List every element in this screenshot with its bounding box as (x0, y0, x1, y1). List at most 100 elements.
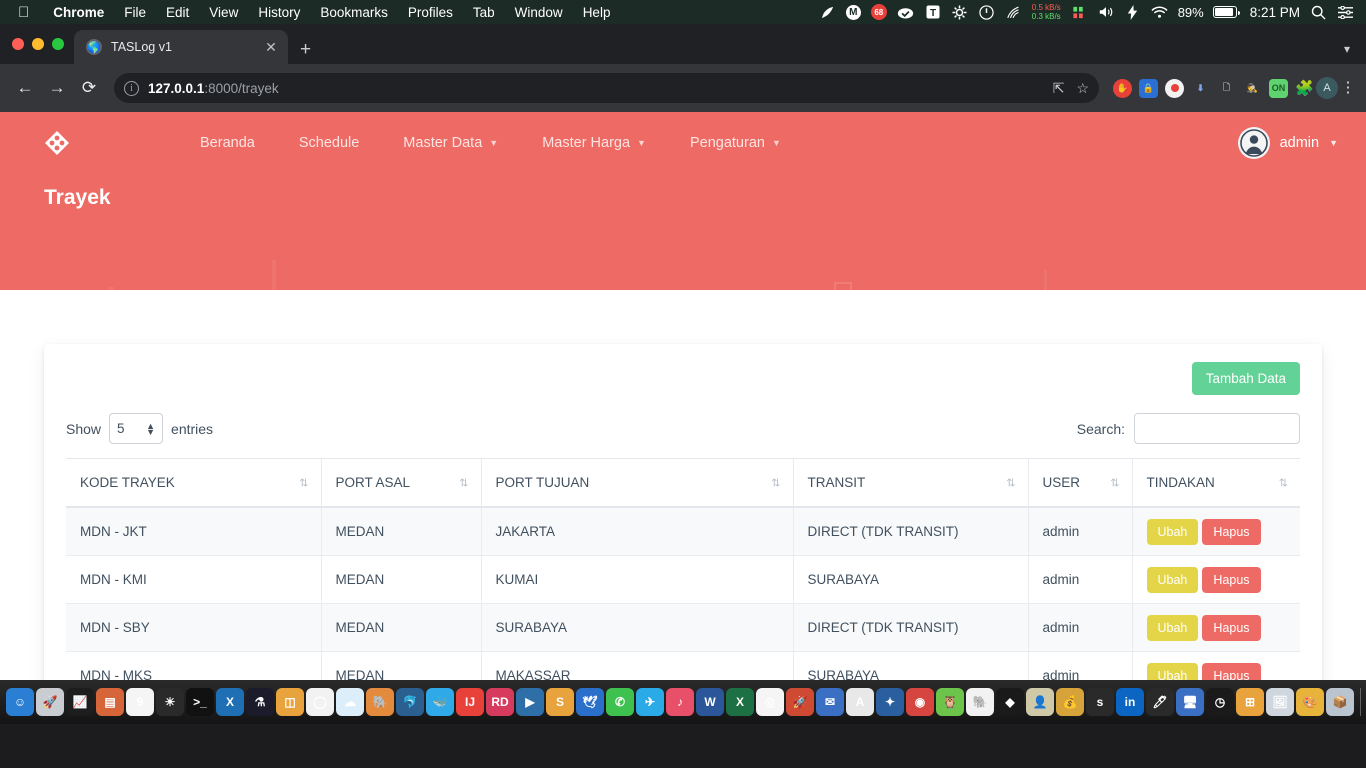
rider-icon[interactable]: RD (486, 688, 514, 716)
gear-icon[interactable] (951, 3, 969, 21)
rocket-app-icon[interactable]: 🚀 (786, 688, 814, 716)
remote-desktop-icon[interactable]: 🖥 (1176, 688, 1204, 716)
column-header-port-asal[interactable]: PORT ASAL ⇅ (321, 458, 482, 508)
t-app-icon[interactable]: T (924, 3, 942, 21)
back-arrow-icon[interactable]: ← (10, 73, 40, 103)
menu-bar-clock[interactable]: 8:21 PM (1246, 5, 1300, 20)
add-data-button[interactable]: Tambah Data (1191, 362, 1300, 395)
diamond-logo-icon[interactable] (40, 126, 74, 160)
telegram-icon[interactable]: ✈ (636, 688, 664, 716)
cloud-check-icon[interactable] (897, 3, 915, 21)
column-header-user[interactable]: USER ⇅ (1028, 458, 1133, 508)
mongodb-icon[interactable]: ◯ (306, 688, 334, 716)
kebab-menu-icon[interactable]: ⋮ (1340, 80, 1356, 94)
itunes-icon[interactable]: ♪ (666, 688, 694, 716)
share-icon[interactable]: ⇱ (1053, 80, 1065, 97)
sublime-icon[interactable]: S (546, 688, 574, 716)
info-circle-icon[interactable]: i (124, 80, 139, 96)
whatsapp-icon[interactable]: ✆ (606, 688, 634, 716)
page-size-select[interactable]: 5 ▲ ▼ (109, 413, 164, 444)
volume-icon[interactable] (1097, 3, 1115, 21)
launchpad-icon[interactable]: 🚀 (36, 688, 64, 716)
copy-icon[interactable]: 🗋 (1217, 79, 1236, 98)
vscode-icon[interactable]: X (216, 688, 244, 716)
feather-icon[interactable] (819, 3, 837, 21)
contacts-icon[interactable]: 👤 (1026, 688, 1054, 716)
feather-app-icon[interactable]: 🖊 (1146, 688, 1174, 716)
plus-icon[interactable]: + (300, 40, 311, 59)
finder-icon[interactable]: ☺ (6, 688, 34, 716)
menu-chrome[interactable]: Chrome (43, 5, 114, 20)
minimize-window-button[interactable] (32, 38, 44, 50)
menu-history[interactable]: History (248, 5, 310, 20)
menu-profiles[interactable]: Profiles (398, 5, 463, 20)
files-icon[interactable]: 📦 (1326, 688, 1354, 716)
maximize-window-button[interactable] (52, 38, 64, 50)
notes-icon[interactable]: ▤ (96, 688, 124, 716)
apple-logo-icon[interactable]:  (8, 5, 43, 20)
puzzle-icon[interactable]: 🧩 (1295, 79, 1314, 98)
logo-diamond-icon[interactable]: ◆ (996, 688, 1024, 716)
linkedin-icon[interactable]: in (1116, 688, 1144, 716)
edit-button[interactable]: Ubah (1146, 518, 1199, 545)
profile-avatar[interactable]: A (1316, 77, 1338, 99)
nav-item-schedule[interactable]: Schedule (277, 135, 381, 151)
clock-icon[interactable]: ◷ (1206, 688, 1234, 716)
postman-icon[interactable]: ◫ (276, 688, 304, 716)
forward-arrow-icon[interactable]: → (42, 73, 72, 103)
table-row[interactable]: MDN - JKT MEDAN JAKARTA DIRECT (TDK TRAN… (66, 507, 1300, 556)
azure-data-icon[interactable]: ☁ (336, 688, 364, 716)
delete-button[interactable]: Hapus (1202, 518, 1261, 545)
intellij-icon[interactable]: IJ (456, 688, 484, 716)
smart-icon[interactable]: s (1086, 688, 1114, 716)
search-icon[interactable] (1309, 3, 1327, 21)
delete-button[interactable]: Hapus (1202, 566, 1261, 593)
nav-item-master-harga[interactable]: Master Harga ▼ (520, 135, 668, 151)
column-header-kode-trayek[interactable]: KODE TRAYEK ⇅ (66, 458, 322, 508)
wifi-icon[interactable] (1151, 3, 1169, 21)
table-row[interactable]: MDN - KMI MEDAN KUMAI SURABAYA admin Uba… (66, 555, 1300, 604)
tool-icon[interactable]: ✦ (876, 688, 904, 716)
column-header-transit[interactable]: TRANSIT ⇅ (793, 458, 1029, 508)
control-center-icon[interactable] (1336, 3, 1354, 21)
postgresql-icon[interactable]: 🐘 (366, 688, 394, 716)
network-bars-icon[interactable] (1070, 3, 1088, 21)
menu-window[interactable]: Window (505, 5, 573, 20)
edit-button[interactable]: Ubah (1146, 566, 1199, 593)
chrome-icon[interactable]: ◎ (756, 688, 784, 716)
delete-button[interactable]: Hapus (1202, 614, 1261, 641)
screen-recorder-icon[interactable] (1165, 78, 1184, 98)
thunderbird-icon[interactable]: 🕊 (576, 688, 604, 716)
activity-monitor-icon[interactable]: 📈 (66, 688, 94, 716)
mysql-workbench-icon[interactable]: 🐬 (396, 688, 424, 716)
photos-icon[interactable]: 🖼 (1266, 688, 1294, 716)
close-window-button[interactable] (12, 38, 24, 50)
calendar-icon[interactable]: 9 (126, 688, 154, 716)
signal-waves-icon[interactable] (1005, 3, 1023, 21)
jupyter-icon[interactable]: ⚗ (246, 688, 274, 716)
excel-icon[interactable]: X (726, 688, 754, 716)
battery-icon[interactable] (1212, 6, 1240, 18)
power-icon[interactable] (978, 3, 996, 21)
nav-item-beranda[interactable]: Beranda (178, 135, 277, 151)
password-manager-icon[interactable]: 🔒 (1139, 78, 1158, 98)
incognito-helper-icon[interactable]: 🕵 (1243, 79, 1262, 98)
evernote-icon[interactable]: 🐘 (966, 688, 994, 716)
chevron-down-icon[interactable]: ▾ (1344, 42, 1350, 56)
star-icon[interactable]: ☆ (1076, 80, 1089, 97)
menu-file[interactable]: File (114, 5, 156, 20)
column-header-port-tujuan[interactable]: PORT TUJUAN ⇅ (481, 458, 794, 508)
search-input[interactable] (1134, 413, 1300, 444)
m-app-icon[interactable]: M (845, 4, 861, 20)
menu-bookmarks[interactable]: Bookmarks (310, 5, 398, 20)
vlc-icon[interactable]: ▶ (516, 688, 544, 716)
close-icon[interactable]: ✕ (262, 39, 280, 56)
table-row[interactable]: MDN - SBY MEDAN SURABAYA DIRECT (TDK TRA… (66, 603, 1300, 652)
bolt-icon[interactable] (1124, 3, 1142, 21)
nav-item-pengaturan[interactable]: Pengaturan ▼ (668, 135, 803, 151)
mysql-icon[interactable]: ◉ (906, 688, 934, 716)
abc-notes-icon[interactable]: A (846, 688, 874, 716)
adblock-icon[interactable]: ✋ (1113, 78, 1132, 98)
menu-help[interactable]: Help (573, 5, 621, 20)
paint-icon[interactable]: 🎨 (1296, 688, 1324, 716)
